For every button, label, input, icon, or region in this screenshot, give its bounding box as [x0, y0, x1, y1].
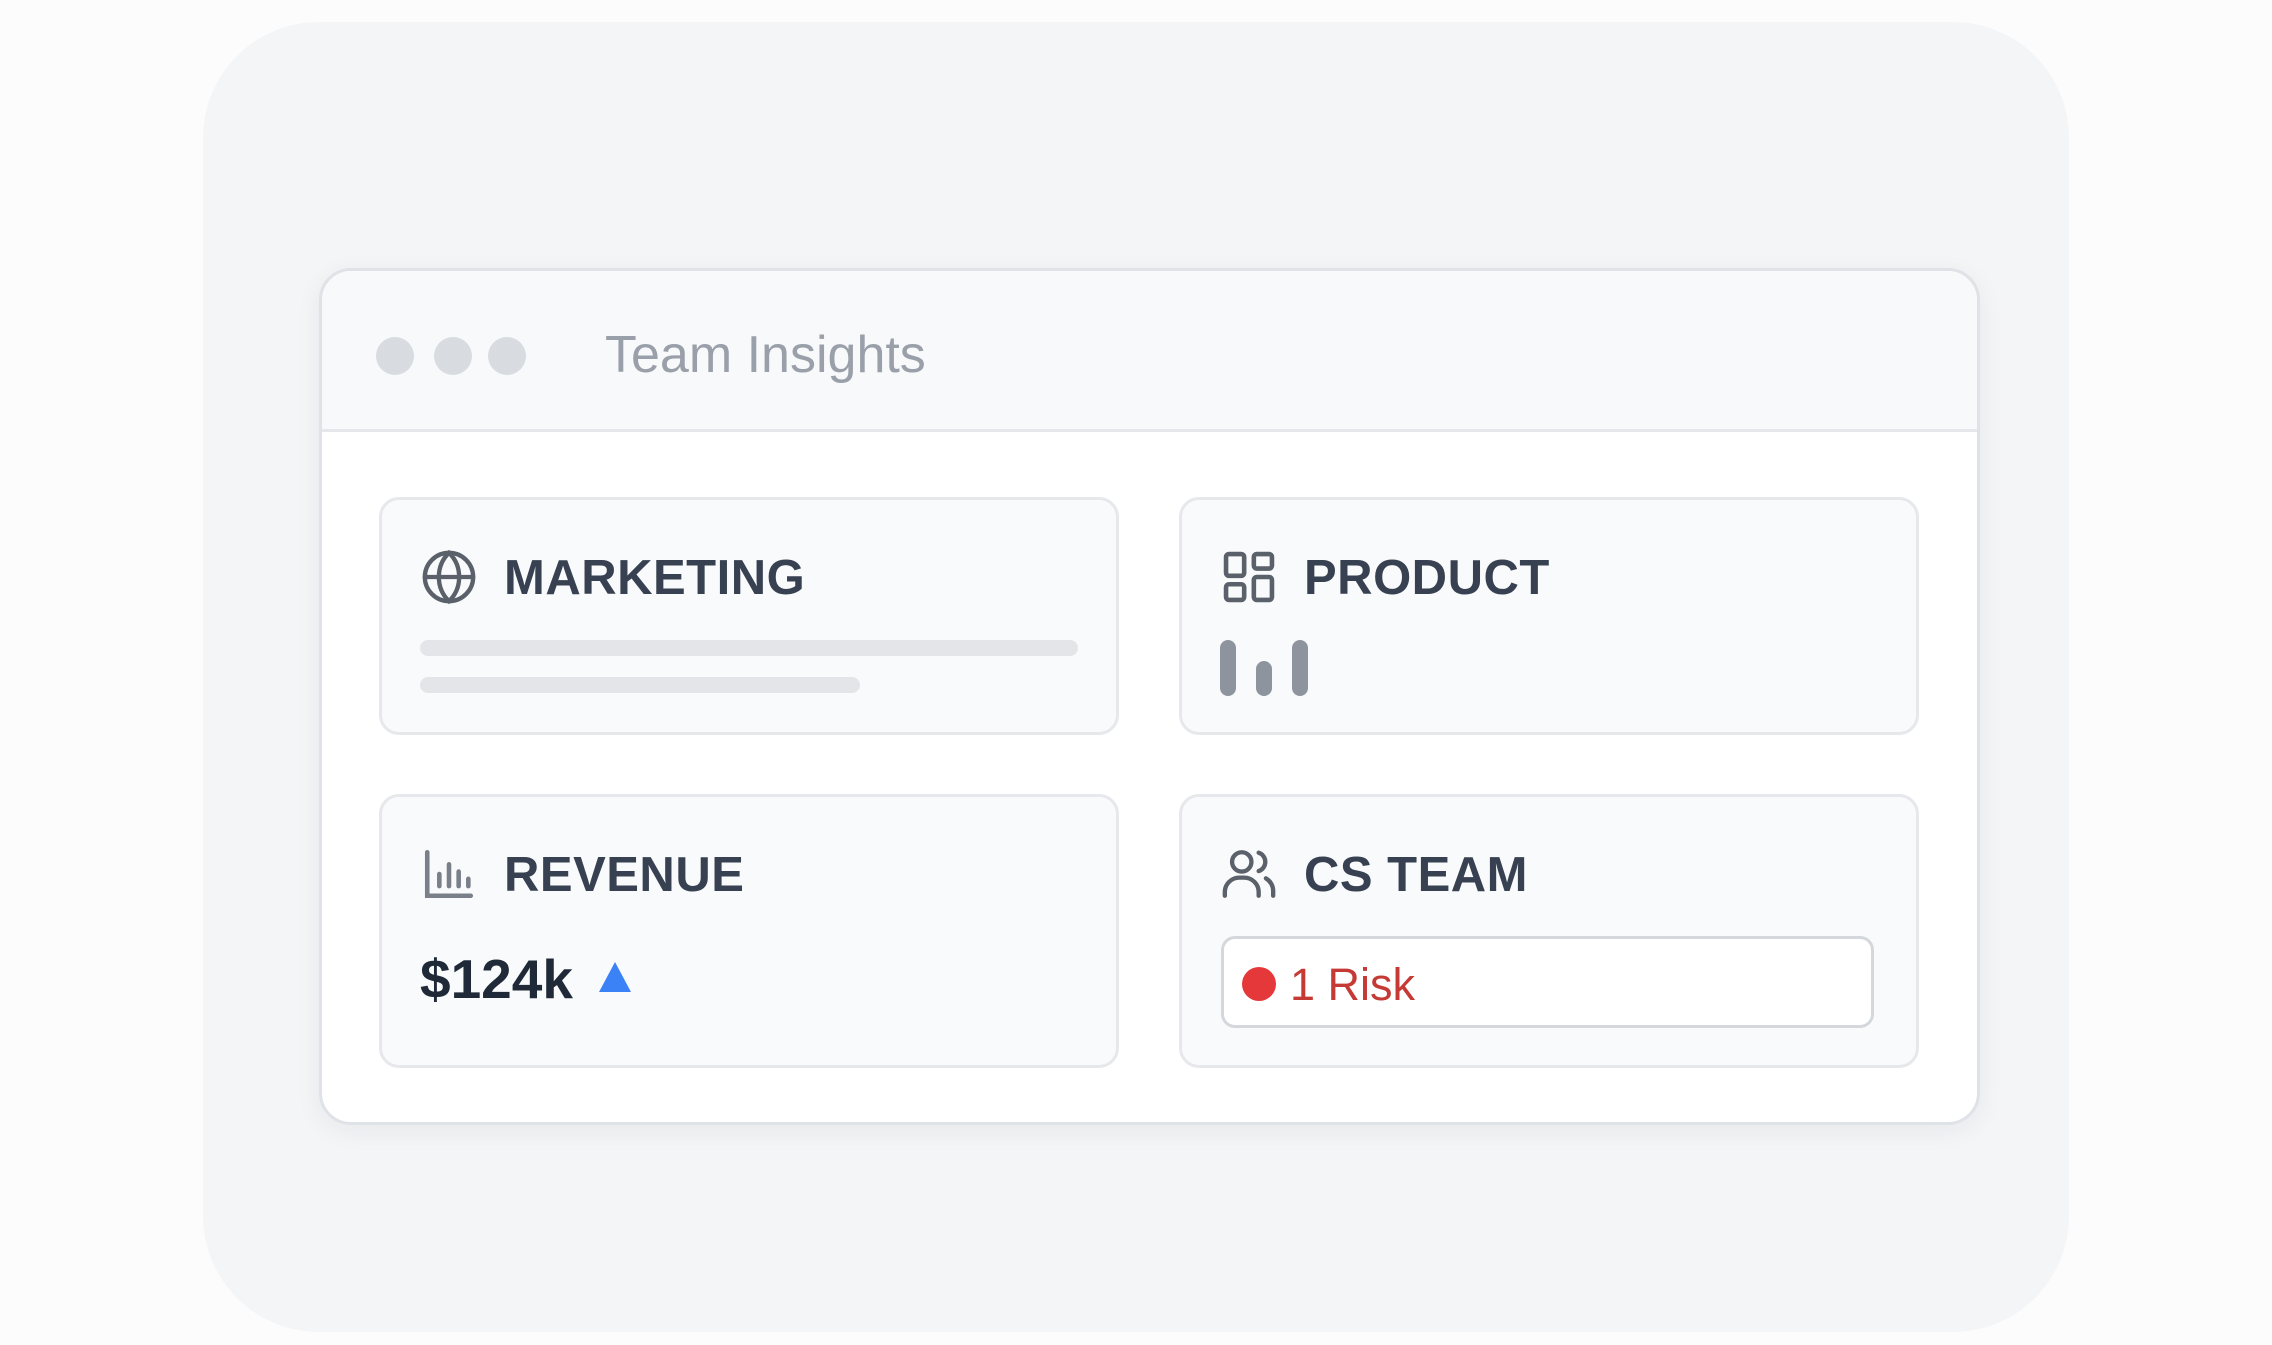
product-mini-chart [1220, 640, 1320, 696]
trend-up-icon [597, 960, 633, 994]
marketing-title: MARKETING [504, 551, 806, 605]
app-window: Team Insights MARKETING PRODUCT REVENUE … [319, 268, 1980, 1125]
cs-team-title: CS TEAM [1304, 848, 1528, 902]
window-close-dot[interactable] [376, 337, 414, 375]
revenue-card[interactable]: REVENUE $124k [379, 794, 1119, 1068]
risk-label: 1 Risk [1290, 959, 1416, 1010]
cs-team-card[interactable]: CS TEAM 1 Risk [1179, 794, 1919, 1068]
mini-chart-bar [1220, 640, 1236, 696]
marketing-card[interactable]: MARKETING [379, 497, 1119, 735]
product-card[interactable]: PRODUCT [1179, 497, 1919, 735]
revenue-title: REVENUE [504, 848, 745, 902]
title-bar: Team Insights [322, 271, 1977, 432]
placeholder-line [420, 640, 1078, 656]
placeholder-line [420, 677, 860, 693]
globe-icon [420, 548, 478, 606]
risk-status-badge[interactable]: 1 Risk [1221, 936, 1874, 1028]
grid-icon [1220, 548, 1278, 606]
product-title: PRODUCT [1304, 551, 1550, 605]
mini-chart-bar [1256, 661, 1272, 696]
window-minimize-dot[interactable] [434, 337, 472, 375]
users-icon [1220, 845, 1278, 903]
risk-indicator-dot [1242, 967, 1276, 1001]
window-title: Team Insights [605, 326, 926, 384]
mini-chart-bar [1292, 640, 1308, 696]
revenue-value: $124k [420, 948, 573, 1010]
window-maximize-dot[interactable] [488, 337, 526, 375]
bar-chart-icon [420, 845, 478, 903]
